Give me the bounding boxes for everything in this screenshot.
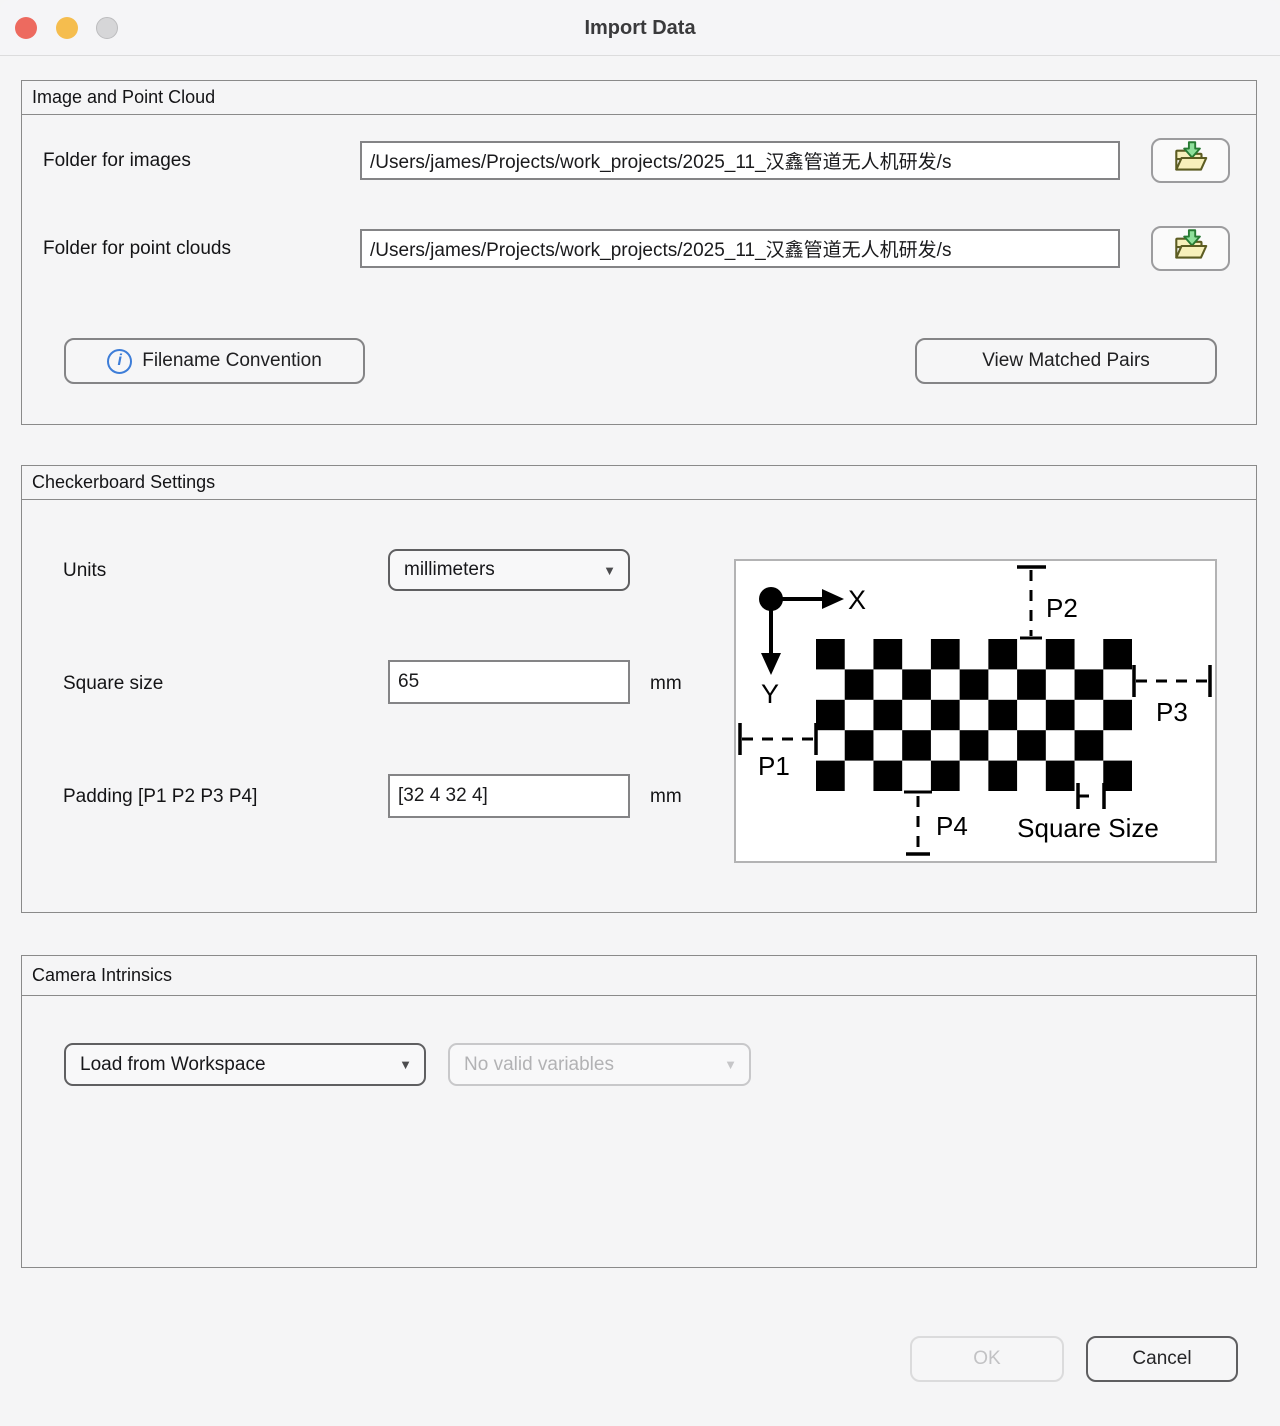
checkerboard-pattern <box>816 639 1132 791</box>
x-axis-label: X <box>848 585 866 615</box>
window-title: Import Data <box>0 0 1280 56</box>
square-size-unit-label: mm <box>650 673 682 695</box>
folder-images-input[interactable] <box>360 141 1120 180</box>
open-folder-import-icon <box>1170 228 1212 270</box>
filename-convention-label: Filename Convention <box>142 350 322 372</box>
view-matched-pairs-button[interactable]: View Matched Pairs <box>915 338 1217 384</box>
units-dropdown-value: millimeters <box>404 559 495 581</box>
intrinsics-source-dropdown[interactable]: Load from Workspace ▼ <box>64 1043 426 1086</box>
units-label: Units <box>63 560 106 582</box>
image-point-cloud-section: Image and Point Cloud Folder for images … <box>21 80 1257 425</box>
ok-button-disabled: OK <box>910 1336 1064 1382</box>
title-bar: Import Data <box>0 0 1280 56</box>
info-icon: i <box>107 349 132 374</box>
cancel-button[interactable]: Cancel <box>1086 1336 1238 1382</box>
chevron-down-icon: ▼ <box>724 1057 737 1072</box>
cancel-label: Cancel <box>1132 1348 1191 1370</box>
intrinsics-variable-value: No valid variables <box>464 1054 614 1076</box>
padding-unit-label: mm <box>650 786 682 808</box>
intrinsics-variable-dropdown-disabled: No valid variables ▼ <box>448 1043 751 1086</box>
square-size-label: Square size <box>63 673 163 695</box>
folder-images-label: Folder for images <box>43 150 191 172</box>
y-axis-label: Y <box>761 679 779 709</box>
padding-label: Padding [P1 P2 P3 P4] <box>63 786 257 808</box>
padding-input[interactable] <box>388 774 630 818</box>
folder-pointclouds-label: Folder for point clouds <box>43 238 231 260</box>
section-title-checkerboard: Checkerboard Settings <box>22 466 1256 500</box>
open-folder-import-icon <box>1170 140 1212 182</box>
x-axis-arrow-icon <box>822 589 844 609</box>
section-title-camera-intrinsics: Camera Intrinsics <box>22 956 1256 996</box>
checkerboard-diagram: X Y P2 P3 P1 P4 <box>734 559 1217 863</box>
y-axis-arrow-icon <box>761 653 781 675</box>
browse-images-folder-button[interactable] <box>1151 138 1230 183</box>
browse-pointclouds-folder-button[interactable] <box>1151 226 1230 271</box>
checkerboard-settings-section: Checkerboard Settings Units millimeters … <box>21 465 1257 913</box>
filename-convention-button[interactable]: i Filename Convention <box>64 338 365 384</box>
p1-label: P1 <box>758 751 790 781</box>
folder-pointclouds-input[interactable] <box>360 229 1120 268</box>
chevron-down-icon: ▼ <box>603 563 616 578</box>
square-size-diagram-label: Square Size <box>1017 813 1159 843</box>
intrinsics-source-value: Load from Workspace <box>80 1054 266 1076</box>
camera-intrinsics-section: Camera Intrinsics Load from Workspace ▼ … <box>21 955 1257 1268</box>
ok-label: OK <box>973 1348 1000 1370</box>
chevron-down-icon: ▼ <box>399 1057 412 1072</box>
p3-label: P3 <box>1156 697 1188 727</box>
p2-label: P2 <box>1046 593 1078 623</box>
square-size-input[interactable] <box>388 660 630 704</box>
section-title-image-point-cloud: Image and Point Cloud <box>22 81 1256 115</box>
p4-label: P4 <box>936 811 968 841</box>
view-matched-pairs-label: View Matched Pairs <box>982 350 1150 372</box>
units-dropdown[interactable]: millimeters ▼ <box>388 549 630 591</box>
